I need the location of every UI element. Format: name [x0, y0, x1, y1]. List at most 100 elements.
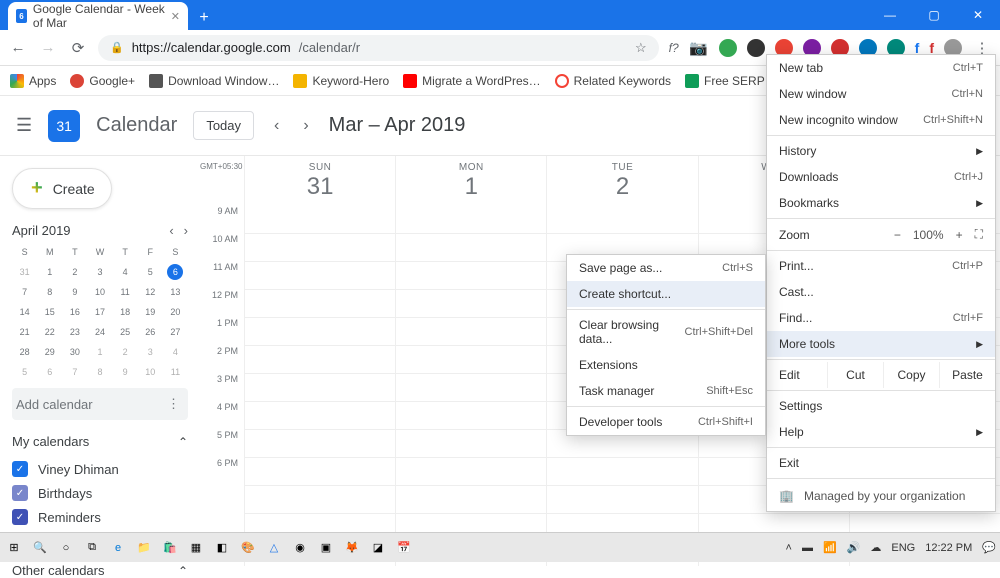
submenu-dev-tools[interactable]: Developer toolsCtrl+Shift+I [567, 409, 765, 435]
mini-day[interactable]: 10 [138, 364, 163, 380]
mini-day[interactable]: 20 [163, 304, 188, 320]
back-icon[interactable]: ← [8, 39, 28, 56]
menu-bookmarks[interactable]: Bookmarks▶ [767, 190, 995, 216]
day-header[interactable]: TUE2 [547, 156, 697, 206]
submenu-extensions[interactable]: Extensions [567, 352, 765, 378]
mini-day[interactable]: 25 [113, 324, 138, 340]
fullscreen-icon[interactable]: ⛶ [975, 227, 983, 242]
new-tab-button[interactable]: + [192, 6, 216, 30]
checkbox-icon[interactable]: ✓ [12, 485, 28, 501]
mini-day[interactable]: 26 [138, 324, 163, 340]
menu-history[interactable]: History▶ [767, 138, 995, 164]
time-slot[interactable] [245, 430, 395, 458]
mini-day[interactable]: 14 [12, 304, 37, 320]
minimize-icon[interactable]: — [868, 0, 912, 30]
submenu-clear-data[interactable]: Clear browsing data...Ctrl+Shift+Del [567, 312, 765, 352]
more-icon[interactable]: ⋮ [167, 396, 180, 412]
mini-day[interactable]: 3 [138, 344, 163, 360]
system-tray[interactable]: ˄ ▬ 📶 🔊 ☁ ENG 12:22 PM 💬 [786, 541, 996, 554]
mini-day[interactable]: 28 [12, 344, 37, 360]
time-slot[interactable] [396, 318, 546, 346]
zoom-out-button[interactable]: − [894, 228, 901, 242]
mini-day[interactable]: 1 [37, 264, 62, 280]
mini-day[interactable]: 2 [62, 264, 87, 280]
tray-up-icon[interactable]: ˄ [786, 542, 792, 554]
star-icon[interactable]: ☆ [635, 40, 647, 56]
mini-day[interactable]: 10 [87, 284, 112, 300]
time-slot[interactable] [396, 430, 546, 458]
time-slot[interactable] [245, 318, 395, 346]
bookmark[interactable]: Related Keywords [555, 74, 671, 88]
menu-help[interactable]: Help▶ [767, 419, 995, 445]
submenu-create-shortcut[interactable]: Create shortcut... [567, 281, 765, 307]
mini-day[interactable]: 7 [62, 364, 87, 380]
time-slot[interactable] [396, 486, 546, 514]
bookmark-apps[interactable]: Apps [10, 74, 56, 88]
day-header[interactable]: MON1 [396, 156, 546, 206]
time-slot[interactable] [396, 290, 546, 318]
maximize-icon[interactable]: ▢ [912, 0, 956, 30]
time-slot[interactable] [245, 402, 395, 430]
mini-day[interactable]: 6 [167, 264, 183, 280]
forward-icon[interactable]: → [38, 39, 58, 56]
mini-day[interactable]: 5 [138, 264, 163, 280]
start-icon[interactable]: ⊞ [4, 538, 24, 558]
add-calendar-button[interactable]: Add calendar ⋮ [12, 388, 188, 420]
time-slot[interactable] [396, 262, 546, 290]
menu-downloads[interactable]: DownloadsCtrl+J [767, 164, 995, 190]
time-slot[interactable] [245, 458, 395, 486]
day-header[interactable]: SUN31 [245, 156, 395, 206]
firefox-icon[interactable]: 🦊 [342, 538, 362, 558]
next-month-icon[interactable]: › [184, 223, 188, 238]
ext-icon[interactable] [747, 39, 765, 57]
time-slot[interactable] [396, 234, 546, 262]
copy-button[interactable]: Copy [883, 362, 939, 388]
mini-day[interactable]: 31 [12, 264, 37, 280]
submenu-task-manager[interactable]: Task managerShift+Esc [567, 378, 765, 404]
app-icon[interactable]: ◧ [212, 538, 232, 558]
time-slot[interactable] [245, 234, 395, 262]
app-icon[interactable]: △ [264, 538, 284, 558]
close-window-icon[interactable]: ✕ [956, 0, 1000, 30]
menu-new-window[interactable]: New windowCtrl+N [767, 81, 995, 107]
taskview-icon[interactable]: ⧉ [82, 538, 102, 558]
close-tab-icon[interactable]: ✕ [171, 10, 180, 23]
prev-week-icon[interactable]: ‹ [270, 117, 283, 135]
today-button[interactable]: Today [193, 111, 254, 140]
menu-find[interactable]: Find...Ctrl+F [767, 305, 995, 331]
mini-day[interactable]: 22 [37, 324, 62, 340]
mini-day[interactable]: 9 [62, 284, 87, 300]
store-icon[interactable]: 🛍️ [160, 538, 180, 558]
time-slot[interactable] [396, 458, 546, 486]
mini-day[interactable]: 16 [62, 304, 87, 320]
time-slot[interactable] [396, 206, 546, 234]
mini-day[interactable]: 9 [113, 364, 138, 380]
bookmark[interactable]: Migrate a WordPres… [403, 74, 540, 88]
ext-icon[interactable]: f? [669, 41, 679, 55]
menu-icon[interactable]: ☰ [16, 115, 32, 136]
wifi-icon[interactable]: 📶 [823, 541, 837, 554]
app-icon[interactable]: ▣ [316, 538, 336, 558]
mini-day[interactable]: 3 [87, 264, 112, 280]
prev-month-icon[interactable]: ‹ [169, 223, 173, 238]
calendar-item[interactable]: ✓Viney Dhiman [12, 457, 188, 481]
app-icon[interactable]: 📅 [394, 538, 414, 558]
onedrive-icon[interactable]: ☁ [870, 541, 881, 554]
mini-day[interactable]: 23 [62, 324, 87, 340]
time-slot[interactable] [396, 346, 546, 374]
mini-day[interactable]: 4 [163, 344, 188, 360]
app-icon[interactable]: ▦ [186, 538, 206, 558]
next-week-icon[interactable]: › [299, 117, 312, 135]
mini-day[interactable]: 24 [87, 324, 112, 340]
mini-day[interactable]: 30 [62, 344, 87, 360]
mini-day[interactable]: 8 [87, 364, 112, 380]
time-slot[interactable] [396, 374, 546, 402]
app-icon[interactable]: ◪ [368, 538, 388, 558]
chrome-icon[interactable]: ◉ [290, 538, 310, 558]
mini-day[interactable]: 15 [37, 304, 62, 320]
my-calendars-toggle[interactable]: My calendars⌃ [12, 434, 188, 449]
notifications-icon[interactable]: 💬 [982, 541, 996, 554]
calendar-item[interactable]: ✓Reminders [12, 505, 188, 529]
volume-icon[interactable]: 🔊 [847, 541, 861, 554]
menu-print[interactable]: Print...Ctrl+P [767, 253, 995, 279]
